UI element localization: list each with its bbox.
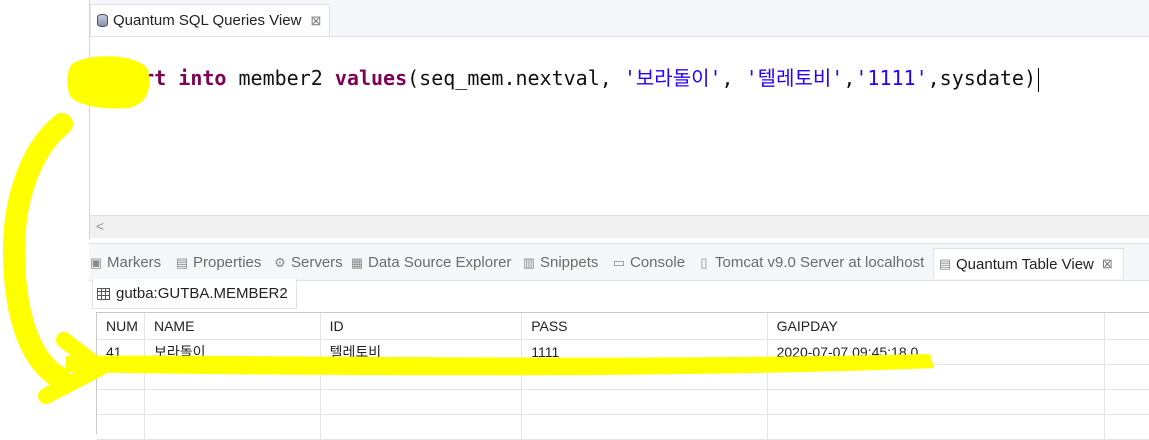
tab-data-source-explorer[interactable]: ▦ Data Source Explorer — [350, 254, 512, 271]
tab-markers[interactable]: ▣ Markers — [89, 254, 161, 271]
comma: , — [721, 66, 746, 90]
column-header-filler — [1104, 313, 1149, 340]
tab-label: Data Source Explorer — [368, 254, 512, 271]
tab-label: Properties — [193, 254, 262, 271]
tab-label: Console — [630, 254, 686, 271]
close-icon[interactable]: ⊠ — [1102, 256, 1113, 272]
keyword-values: values — [334, 66, 408, 90]
args-close: ,sysdate) — [927, 66, 1036, 90]
tab-label: Quantum SQL Queries View — [113, 12, 302, 29]
properties-icon: ▤ — [175, 254, 189, 270]
tab-label: Snippets — [540, 254, 599, 271]
tab-label: Servers — [291, 254, 343, 271]
tab-quantum-table-view[interactable]: ▤ Quantum Table View ⊠ — [933, 248, 1124, 279]
tab-gutba-member2[interactable]: gutba:GUTBA.MEMBER2 — [92, 279, 297, 309]
column-header-pass[interactable]: PASS — [521, 313, 768, 340]
table-row[interactable]: 41 보라돌이 텔레토비 1111 2020-07-07 09:45:18.0 — [97, 339, 1149, 365]
console-icon: ▭ — [612, 254, 626, 270]
scroll-left-icon[interactable]: < — [96, 218, 104, 234]
tab-servers[interactable]: ⚙ Servers — [273, 254, 343, 271]
tab-quantum-sql-queries[interactable]: Quantum SQL Queries View ⊠ — [90, 4, 331, 36]
cell-pass[interactable]: 1111 — [521, 339, 768, 365]
cell-name[interactable]: 보라돌이 — [144, 339, 321, 365]
string-pass: '1111' — [855, 66, 928, 90]
column-header-num[interactable]: NUM — [97, 313, 145, 340]
column-header-id[interactable]: ID — [320, 313, 523, 340]
bottom-panel: ▣ Markers ▤ Properties ⚙ Servers ▦ Data … — [89, 243, 1149, 440]
data-source-icon: ▦ — [350, 254, 364, 270]
table-row-empty — [97, 389, 1149, 415]
sql-queries-view: Quantum SQL Queries View ⊠ insert into m… — [89, 0, 1149, 240]
sql-tab-bar: Quantum SQL Queries View ⊠ — [90, 0, 1149, 37]
keyword-into: into — [178, 66, 227, 90]
cell-filler — [1104, 339, 1149, 365]
table-row-empty — [97, 414, 1149, 440]
column-header-name[interactable]: NAME — [144, 313, 321, 340]
close-icon[interactable]: ⊠ — [310, 13, 321, 29]
tab-tomcat-server[interactable]: ▯ Tomcat v9.0 Server at localhost — [697, 254, 924, 271]
view-tab-bar: ▣ Markers ▤ Properties ⚙ Servers ▦ Data … — [89, 243, 1149, 281]
tab-snippets[interactable]: ▥ Snippets — [522, 254, 599, 271]
table-view-icon: ▤ — [938, 256, 952, 271]
result-table: NUM NAME ID PASS GAIPDAY 41 보라돌이 텔레토비 11… — [97, 313, 1149, 440]
cell-gaipday[interactable]: 2020-07-07 09:45:18.0 — [767, 339, 1106, 365]
markers-icon: ▣ — [89, 254, 103, 270]
comma: , — [843, 66, 856, 90]
tab-label: Quantum Table View — [956, 255, 1094, 273]
tab-label: Markers — [107, 254, 162, 271]
text-caret — [1038, 67, 1039, 92]
column-header-gaipday[interactable]: GAIPDAY — [767, 313, 1106, 340]
horizontal-scrollbar[interactable]: < — [90, 215, 1149, 238]
table-grid-icon — [97, 287, 110, 300]
subtab-label: gutba:GUTBA.MEMBER2 — [116, 285, 288, 302]
sql-query-line[interactable]: insert into member2 values(seq_mem.nextv… — [94, 62, 1039, 92]
cell-num[interactable]: 41 — [97, 339, 145, 365]
keyword-insert: insert — [94, 66, 167, 90]
string-name: '보라돌이' — [623, 66, 722, 90]
table-name: member2 — [238, 66, 323, 90]
cell-id[interactable]: 텔레토비 — [320, 339, 523, 365]
sql-editor[interactable]: insert into member2 values(seq_mem.nextv… — [90, 37, 1149, 215]
args-open: (seq_mem.nextval, — [407, 66, 624, 90]
tomcat-icon: ▯ — [700, 254, 708, 270]
tab-properties[interactable]: ▤ Properties — [175, 254, 262, 271]
tab-console[interactable]: ▭ Console — [612, 254, 685, 271]
string-id: '텔레토비' — [745, 66, 844, 90]
left-margin — [0, 0, 89, 433]
snippets-icon: ▥ — [522, 254, 536, 270]
table-header-row: NUM NAME ID PASS GAIPDAY — [97, 313, 1149, 340]
database-icon — [97, 14, 108, 27]
table-row-empty — [97, 364, 1149, 390]
tab-label: Tomcat v9.0 Server at localhost — [715, 254, 925, 271]
result-table-area: NUM NAME ID PASS GAIPDAY 41 보라돌이 텔레토비 11… — [96, 312, 1149, 440]
servers-icon: ⚙ — [274, 254, 286, 270]
